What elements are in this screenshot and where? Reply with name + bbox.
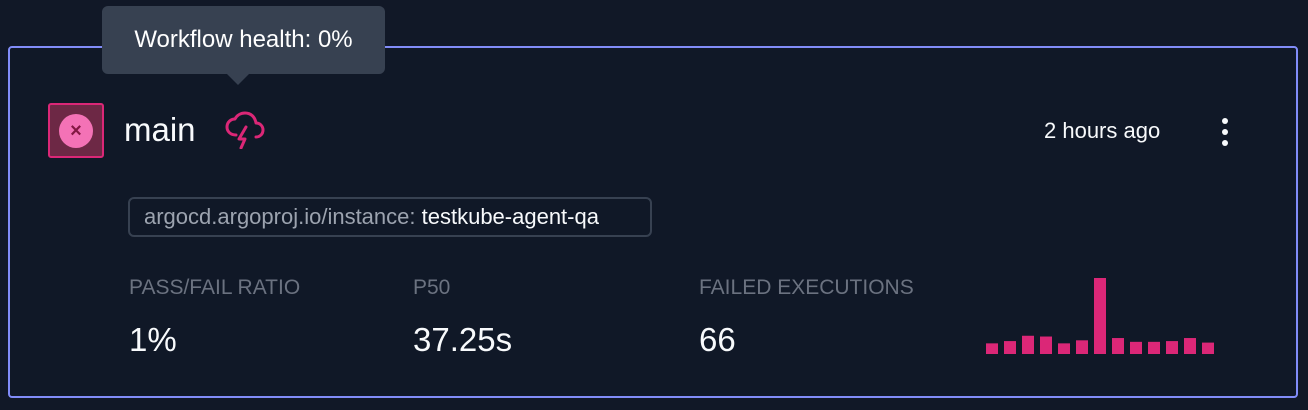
failed-executions-label: FAILED EXECUTIONS xyxy=(699,276,914,299)
cloud-lightning-icon[interactable] xyxy=(224,111,266,149)
x-icon: × xyxy=(70,120,82,142)
execution-bar[interactable] xyxy=(986,343,998,354)
execution-bar[interactable] xyxy=(1130,341,1142,354)
workflow-name[interactable]: main xyxy=(124,109,196,151)
menu-dot xyxy=(1222,140,1228,146)
workflow-health-tooltip: Workflow health: 0% xyxy=(102,6,385,85)
pass-fail-ratio-label: PASS/FAIL RATIO xyxy=(129,276,301,299)
failed-executions-value: 66 xyxy=(699,321,736,358)
execution-bar[interactable] xyxy=(1004,341,1016,354)
execution-bar[interactable] xyxy=(1076,340,1088,354)
executions-mini-chart[interactable] xyxy=(986,277,1216,355)
workflow-label-tag[interactable]: argocd.argoproj.io/instance: testkube-ag… xyxy=(128,197,652,237)
pass-fail-ratio-value: 1% xyxy=(129,321,177,358)
execution-bar[interactable] xyxy=(1184,338,1196,354)
menu-dot xyxy=(1222,118,1228,124)
more-vertical-icon[interactable] xyxy=(1208,112,1242,152)
failed-status-indicator: × xyxy=(48,103,104,158)
pass-fail-ratio-metric: PASS/FAIL RATIO 1% xyxy=(129,276,300,360)
p50-label: P50 xyxy=(413,276,451,299)
menu-dot xyxy=(1222,129,1228,135)
execution-bar[interactable] xyxy=(1040,336,1052,354)
p50-value: 37.25s xyxy=(413,321,513,358)
execution-bar[interactable] xyxy=(1058,343,1070,354)
execution-bar[interactable] xyxy=(1022,335,1034,354)
failed-status-circle: × xyxy=(59,114,93,148)
execution-bar[interactable] xyxy=(1094,278,1106,354)
p50-metric: P50 37.25s xyxy=(413,276,512,360)
execution-bar[interactable] xyxy=(1112,338,1124,354)
workflow-page: Workflow health: 0% × main 2 hours ago a… xyxy=(0,0,1308,410)
label-key: argocd.argoproj.io/instance: xyxy=(144,204,416,229)
label-value: testkube-agent-qa xyxy=(421,204,599,229)
execution-bar[interactable] xyxy=(1166,341,1178,354)
failed-executions-metric: FAILED EXECUTIONS 66 xyxy=(699,276,914,360)
execution-bar[interactable] xyxy=(1148,341,1160,354)
last-execution-time: 2 hours ago xyxy=(1044,118,1161,143)
execution-bar[interactable] xyxy=(1202,342,1214,354)
